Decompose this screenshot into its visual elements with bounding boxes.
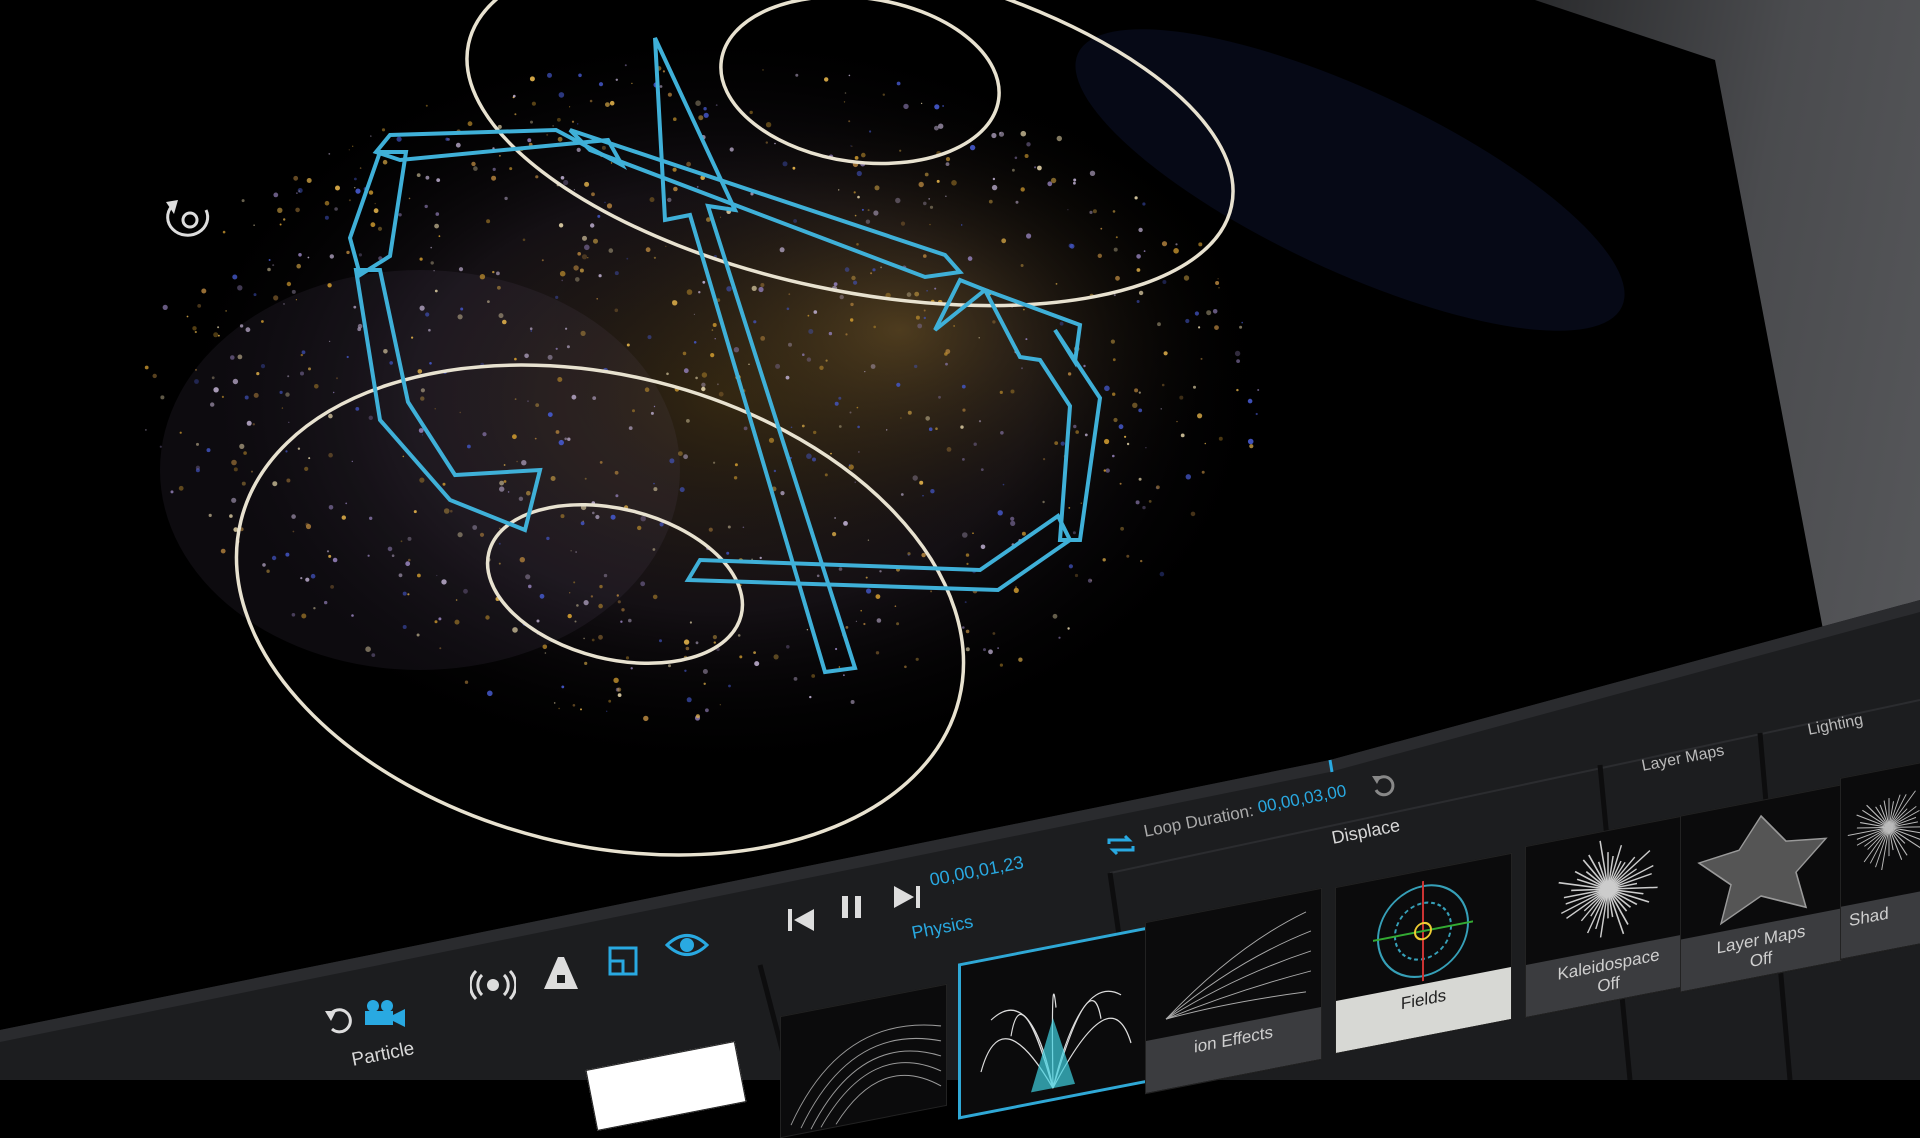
loop-icon[interactable] — [1105, 832, 1137, 858]
pause-icon[interactable] — [838, 893, 866, 921]
thumb-layer-maps[interactable]: Layer Maps Off — [1680, 784, 1842, 993]
undo-icon[interactable] — [322, 1003, 356, 1037]
lighting-art — [1847, 790, 1920, 870]
skip-back-icon[interactable] — [786, 905, 816, 933]
app-window: 00,00,01,23 Loop Duration: 00,00,03,00 P… — [0, 0, 1920, 1138]
aux-icon[interactable] — [540, 955, 580, 991]
camera-icon[interactable] — [362, 997, 408, 1033]
layermaps-state: Off — [1749, 947, 1773, 972]
fountain-art — [980, 990, 1132, 1093]
thumb-lighting[interactable]: Shad — [1840, 762, 1920, 960]
frame-icon[interactable] — [607, 945, 639, 977]
thumb-kaleidospace[interactable]: Kaleidospace Off — [1525, 813, 1692, 1019]
thumb-effects[interactable]: ion Effects — [1145, 887, 1322, 1095]
eye-icon[interactable] — [665, 930, 709, 960]
reset-icon[interactable] — [1370, 772, 1396, 798]
kaleido-state: Off — [1597, 972, 1620, 997]
skip-forward-icon[interactable] — [892, 882, 922, 910]
broadcast-icon[interactable] — [470, 968, 516, 1002]
thumb-fields[interactable]: Fields — [1335, 852, 1512, 1055]
